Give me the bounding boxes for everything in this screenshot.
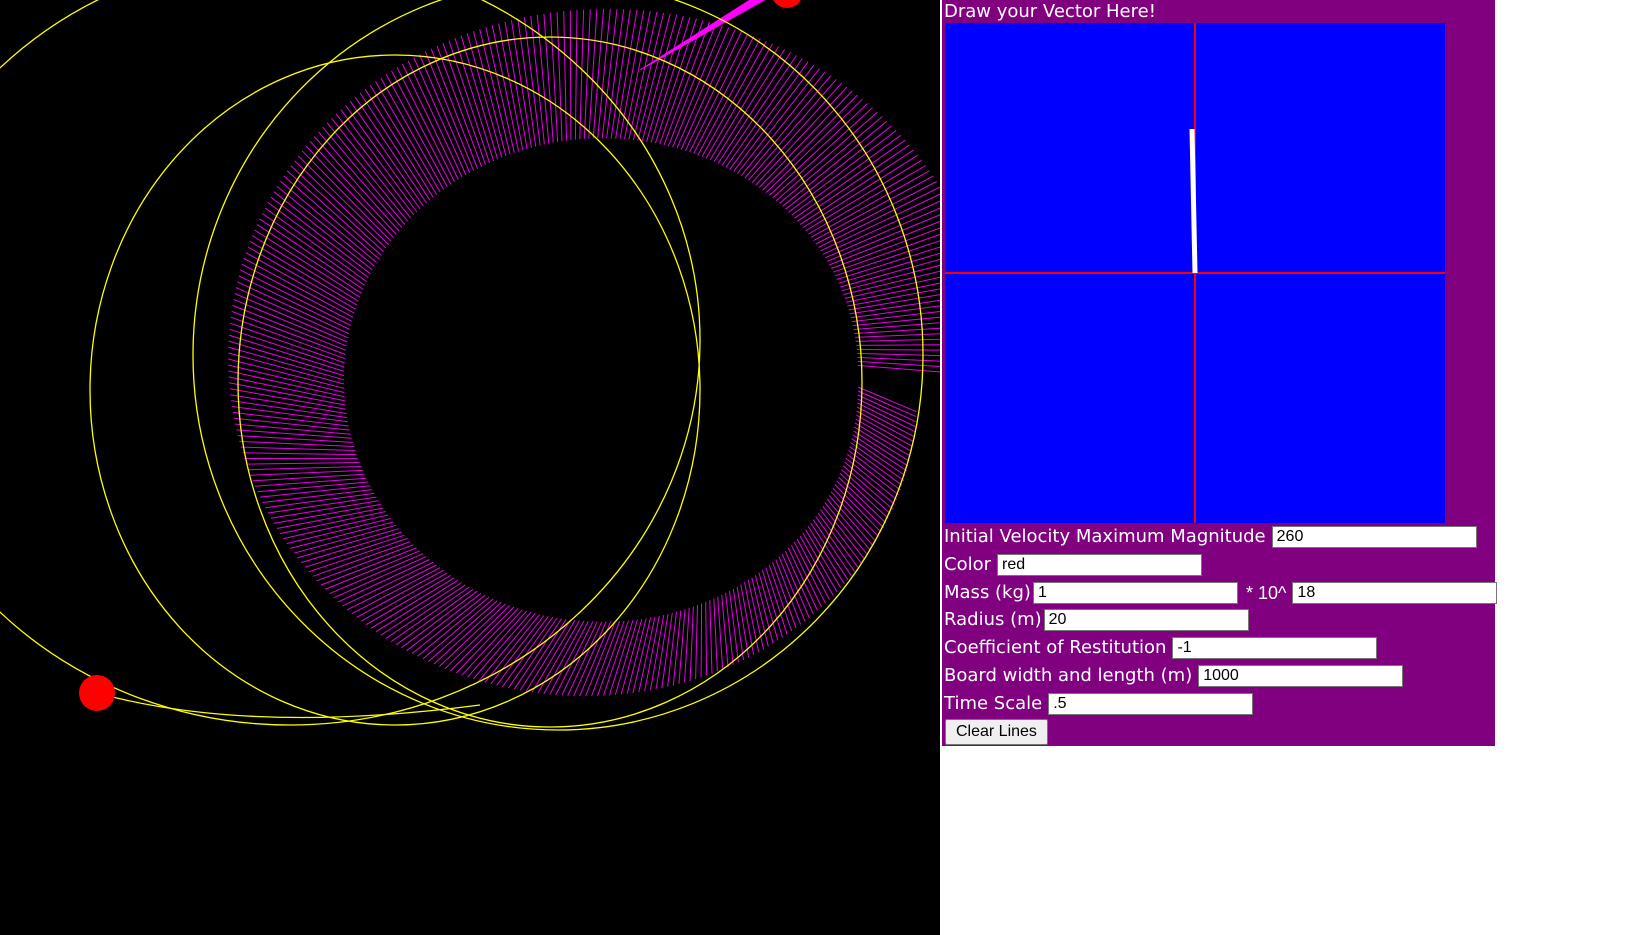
time-scale-row: Time Scale <box>944 691 1254 717</box>
velocity-vector-line <box>1189 128 1198 274</box>
restitution-row: Coefficient of Restitution <box>944 635 1378 661</box>
mass-input[interactable] <box>1032 582 1238 604</box>
radius-input[interactable] <box>1043 609 1249 631</box>
radius-label: Radius (m) <box>944 609 1042 630</box>
simulation-canvas[interactable] <box>0 0 940 935</box>
restitution-input[interactable] <box>1172 637 1378 659</box>
velocity-row: Initial Velocity Maximum Magnitude <box>944 524 1477 550</box>
board-size-label: Board width and length (m) <box>944 665 1193 686</box>
restitution-label: Coefficient of Restitution <box>944 637 1167 658</box>
mass-exponent-input[interactable] <box>1292 582 1498 604</box>
red-body-lower[interactable] <box>79 675 115 711</box>
color-row: Color <box>944 552 1202 578</box>
board-size-input[interactable] <box>1198 665 1404 687</box>
mass-row: Mass (kg) * 10^ <box>944 580 1498 606</box>
vector-pad-title: Draw your Vector Here! <box>944 1 1156 22</box>
radius-row: Radius (m) <box>944 607 1249 633</box>
time-scale-label: Time Scale <box>944 693 1043 714</box>
simulation-drawing <box>0 0 940 935</box>
vector-drawing-pad[interactable] <box>945 23 1445 523</box>
mass-label: Mass (kg) <box>944 582 1031 603</box>
color-label: Color <box>944 554 991 575</box>
board-size-row: Board width and length (m) <box>944 663 1404 689</box>
mass-exponent-label: * 10^ <box>1245 582 1287 603</box>
color-input[interactable] <box>997 554 1202 576</box>
velocity-label: Initial Velocity Maximum Magnitude <box>944 526 1266 547</box>
clear-lines-button[interactable]: Clear Lines <box>945 719 1048 745</box>
control-panel: Draw your Vector Here! Initial Velocity … <box>942 0 1498 746</box>
canvas-background <box>0 0 940 935</box>
velocity-max-input[interactable] <box>1271 526 1477 548</box>
time-scale-input[interactable] <box>1048 693 1254 715</box>
vector-pad-drawing <box>945 23 1445 523</box>
